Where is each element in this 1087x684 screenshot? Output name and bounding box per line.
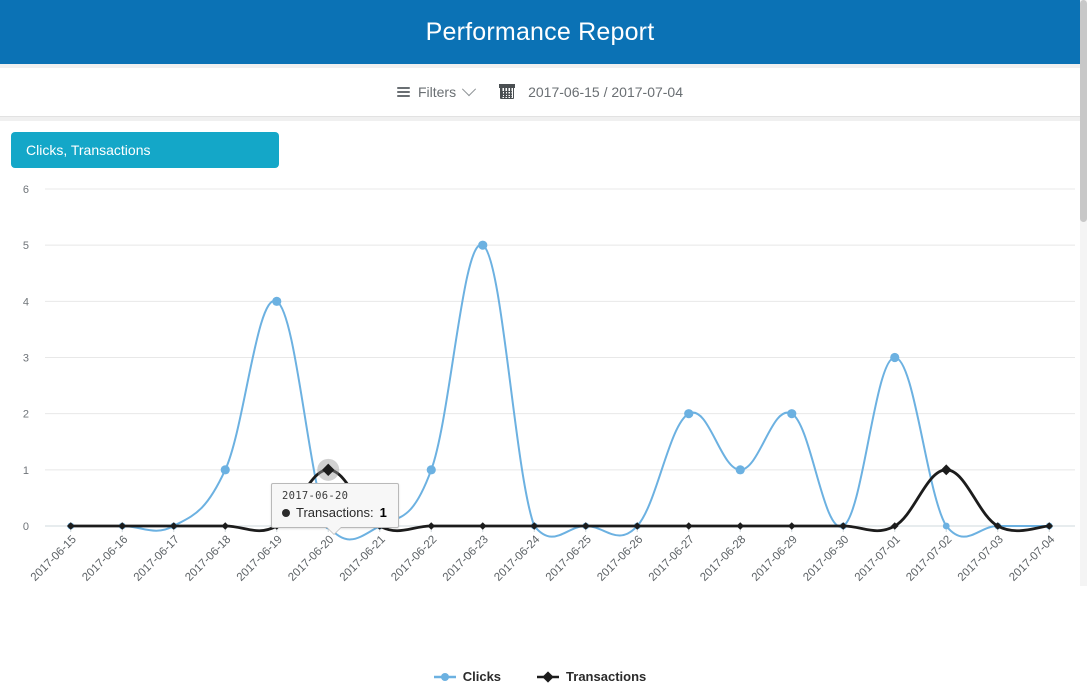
- svg-text:1: 1: [23, 465, 29, 477]
- line-chart[interactable]: 01234562017-06-15 2017-06-16 2017-06-17 201…: [0, 179, 1080, 586]
- dot-icon: [282, 508, 290, 517]
- legend-item-transactions[interactable]: Transactions: [537, 669, 646, 684]
- chart-plot-area[interactable]: 0 1 2 3 4 5 6 2017-06-15 2017-06-16 2017-06-17 201…: [0, 179, 1080, 586]
- svg-text:3: 3: [23, 353, 29, 365]
- svg-text:2017-06-28: 2017-06-28: [698, 534, 748, 584]
- tooltip-date: 2017-06-20: [282, 490, 349, 502]
- svg-text:2017-06-27: 2017-06-27: [647, 534, 697, 584]
- svg-text:2017-07-01: 2017-07-01: [853, 534, 903, 584]
- filters-button[interactable]: Filters: [396, 82, 477, 100]
- tooltip-series-label: Transactions:: [296, 505, 374, 520]
- legend-label-clicks: Clicks: [462, 669, 502, 684]
- diamond-marker-icon: [537, 670, 560, 683]
- calendar-icon: [499, 84, 515, 99]
- series-selector-tab[interactable]: Clicks, Transactions: [11, 132, 279, 168]
- series-selector-label: Clicks, Transactions: [26, 142, 151, 158]
- svg-text:2017-06-23: 2017-06-23: [441, 534, 491, 584]
- filters-label: Filters: [417, 84, 457, 100]
- legend-label-transactions: Transactions: [566, 669, 647, 684]
- svg-text:2017-06-16: 2017-06-16: [80, 534, 130, 584]
- svg-text:2017-06-29: 2017-06-29: [750, 534, 800, 584]
- app-root: Performance Report Filters 2017-06-15 / …: [0, 0, 1087, 684]
- svg-text:2017-06-26: 2017-06-26: [595, 534, 645, 584]
- list-icon: [396, 87, 410, 97]
- svg-text:2017-06-18: 2017-06-18: [183, 534, 233, 584]
- svg-text:2017-06-20: 2017-06-20: [286, 534, 336, 584]
- svg-text:4: 4: [23, 296, 29, 308]
- svg-text:2017-07-04: 2017-07-04: [1007, 533, 1058, 584]
- date-range-label: 2017-06-15 / 2017-07-04: [528, 84, 684, 100]
- tooltip-arrow-fill: [326, 525, 342, 534]
- chart-card: Clicks, Transactions 0 1 2 3 4 5 6 2017-06-15 20…: [0, 121, 1080, 684]
- svg-text:2: 2: [23, 409, 29, 421]
- page-title: Performance Report: [425, 17, 655, 46]
- legend-item-clicks[interactable]: Clicks: [433, 669, 502, 684]
- tooltip-value: 1: [379, 505, 387, 520]
- svg-text:2017-07-03: 2017-07-03: [956, 534, 1006, 584]
- svg-text:0: 0: [23, 521, 29, 533]
- svg-text:2017-06-24: 2017-06-24: [492, 533, 543, 584]
- svg-text:2017-06-21: 2017-06-21: [338, 534, 388, 584]
- date-range-picker[interactable]: 2017-06-15 / 2017-07-04: [499, 84, 684, 100]
- svg-text:2017-06-19: 2017-06-19: [235, 534, 285, 584]
- chart-legend: Clicks Transactions: [0, 669, 1080, 684]
- svg-text:5: 5: [23, 240, 29, 252]
- svg-text:2017-06-22: 2017-06-22: [389, 534, 439, 584]
- page-scrollbar-track[interactable]: [1080, 0, 1087, 586]
- svg-text:2017-07-02: 2017-07-02: [904, 534, 954, 584]
- page-header: Performance Report: [0, 0, 1080, 64]
- circle-marker-icon: [433, 672, 456, 681]
- svg-text:2017-06-17: 2017-06-17: [132, 534, 182, 584]
- svg-text:6: 6: [23, 184, 29, 196]
- svg-text:2017-06-30: 2017-06-30: [801, 534, 851, 584]
- chart-tooltip: 2017-06-20 Transactions: 1: [271, 483, 399, 535]
- svg-text:2017-06-15: 2017-06-15: [29, 534, 79, 584]
- report-toolbar: Filters 2017-06-15 / 2017-07-04: [0, 68, 1080, 117]
- chevron-down-icon: [462, 82, 477, 97]
- page-scrollbar-thumb[interactable]: [1080, 0, 1087, 222]
- svg-text:2017-06-25: 2017-06-25: [544, 534, 594, 584]
